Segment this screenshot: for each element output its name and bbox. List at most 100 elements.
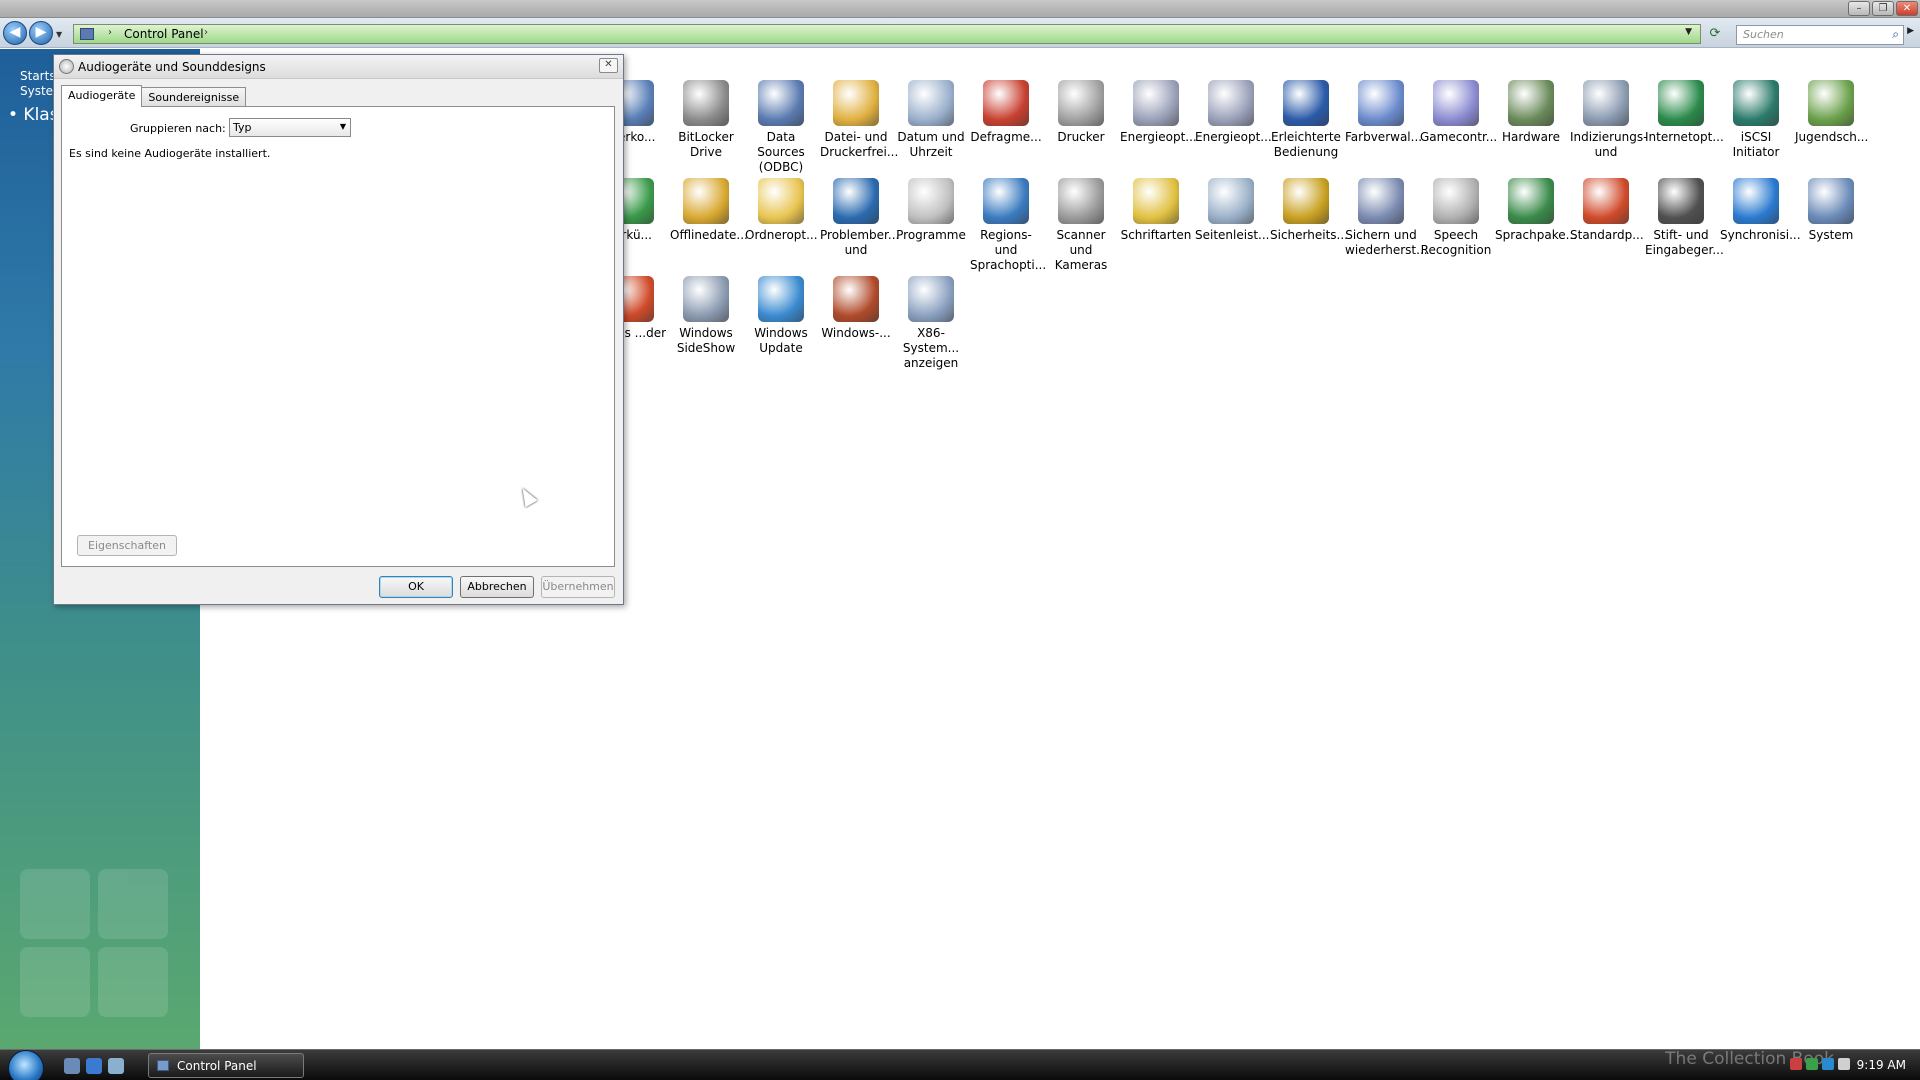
cp-item-label: Data Sources (ODBC)	[757, 130, 805, 174]
cp-item-sideshow[interactable]: Windows SideShow	[670, 276, 742, 356]
refresh-icon[interactable]: ⟳	[1706, 26, 1724, 42]
forward-button[interactable]: ▶	[29, 21, 53, 45]
cp-item-hardware[interactable]: Hardware	[1495, 80, 1567, 145]
backup-icon	[1358, 178, 1404, 224]
switch-windows-icon[interactable]	[108, 1058, 124, 1074]
cp-item-pen[interactable]: Stift- und Eingabeger...	[1645, 178, 1724, 258]
group-by-value: Typ	[233, 121, 252, 134]
cp-item-bitlocker[interactable]: BitLocker Drive	[670, 80, 742, 160]
network-icon[interactable]	[1806, 1058, 1818, 1070]
clock[interactable]: 9:19 AM	[1857, 1058, 1906, 1072]
cp-item-label: Synchronisi...	[1720, 228, 1801, 242]
cp-item-accessibility[interactable]: Erleichterte Bedienung	[1270, 80, 1342, 160]
region-icon	[983, 178, 1029, 224]
properties-button[interactable]: Eigenschaften	[77, 535, 177, 556]
system-icon	[1808, 178, 1854, 224]
cp-item-problem[interactable]: Problember... und	[820, 178, 900, 258]
update-icon[interactable]	[1822, 1058, 1834, 1070]
iscsi-icon	[1733, 80, 1779, 126]
search-input[interactable]: Suchen ⌕	[1736, 25, 1904, 45]
classic-view-link[interactable]: • Klas	[8, 105, 59, 125]
cp-item-system[interactable]: System	[1795, 178, 1867, 243]
cp-item-backup[interactable]: Sichern und wiederherst...	[1345, 178, 1428, 258]
internet-explorer-icon[interactable]	[86, 1058, 102, 1074]
cp-item-gamepad[interactable]: Gamecontr...	[1420, 80, 1497, 145]
color-icon	[1358, 80, 1404, 126]
accessibility-icon	[1283, 80, 1329, 126]
cp-item-label: Programme	[896, 228, 966, 242]
cp-item-globe[interactable]: Internetopt...	[1645, 80, 1724, 145]
cp-item-language[interactable]: Sprachpake...	[1495, 178, 1578, 243]
cp-item-security[interactable]: Sicherheits...	[1270, 178, 1348, 243]
cp-item-sidebar[interactable]: Seitenleist...	[1195, 178, 1269, 243]
cp-item-sync[interactable]: Synchronisi...	[1720, 178, 1801, 243]
cp-item-parental[interactable]: Jugendsch...	[1795, 80, 1868, 145]
printer-icon	[1058, 80, 1104, 126]
cp-item-label: Schriftarten	[1120, 228, 1192, 242]
cp-item-label: Farbverwal...	[1345, 130, 1423, 144]
cp-item-label: Problember... und	[820, 228, 900, 257]
volume-icon[interactable]	[1838, 1058, 1850, 1070]
cp-item-label: Sichern und wiederherst...	[1345, 228, 1428, 257]
more-chevron-icon[interactable]: ▶	[1907, 26, 1914, 36]
window-controls: – ❐ ✕	[1848, 1, 1918, 16]
breadcrumb-separator-icon[interactable]: ›	[204, 27, 208, 38]
cp-item-color[interactable]: Farbverwal...	[1345, 80, 1423, 145]
pen-icon	[1658, 178, 1704, 224]
cp-item-programs[interactable]: Programme	[895, 178, 967, 243]
cp-item-microphone[interactable]: Speech Recognition	[1420, 178, 1492, 258]
dialog-titlebar[interactable]: Audiogeräte und Sounddesigns ✕	[54, 55, 623, 79]
cancel-button[interactable]: Abbrechen	[460, 576, 534, 598]
problem-icon	[833, 178, 879, 224]
cp-item-folder-options[interactable]: Ordneropt...	[745, 178, 818, 243]
no-devices-message: Es sind keine Audiogeräte installiert.	[69, 147, 271, 160]
cp-item-default-programs[interactable]: Standardp...	[1570, 178, 1644, 243]
group-by-select[interactable]: Typ ▼	[229, 118, 351, 137]
address-dropdown-icon[interactable]: ▼	[1685, 27, 1692, 37]
cp-item-windows-update[interactable]: Windows Update	[745, 276, 817, 356]
cp-item-offline[interactable]: Offlinedate...	[670, 178, 748, 243]
cp-item-label: Windows Update	[754, 326, 808, 355]
cp-item-region[interactable]: Regions- und Sprachopti...	[970, 178, 1046, 273]
maximize-button[interactable]: ❐	[1872, 1, 1894, 16]
cp-item-power[interactable]: Energieopt...	[1195, 80, 1272, 145]
show-desktop-icon[interactable]	[64, 1058, 80, 1074]
cp-item-label: X86-System... anzeigen	[902, 326, 960, 370]
breadcrumb-control-panel[interactable]: Control Panel	[124, 27, 204, 41]
ok-button[interactable]: OK	[379, 576, 453, 598]
cp-item-label: Sprachpake...	[1495, 228, 1578, 242]
cp-item-defrag[interactable]: Defragme...	[970, 80, 1042, 145]
cp-item-x86[interactable]: X86-System... anzeigen	[895, 276, 967, 371]
cp-item-printer[interactable]: Drucker	[1045, 80, 1117, 145]
cp-item-label: Ordneropt...	[745, 228, 818, 242]
tab-audiogeraete[interactable]: Audiogeräte	[61, 85, 143, 107]
address-bar[interactable]: › Control Panel › ▼	[73, 24, 1701, 44]
breadcrumb-separator-icon[interactable]: ›	[108, 27, 112, 38]
windows-logo-watermark	[20, 869, 180, 1029]
cp-item-fonts[interactable]: Schriftarten	[1120, 178, 1192, 243]
dialog-tabs: Audiogeräte Soundereignisse	[61, 85, 247, 107]
dialog-close-button[interactable]: ✕	[599, 58, 618, 73]
security-alert-icon[interactable]	[1790, 1058, 1802, 1070]
taskbar-control-panel-button[interactable]: Control Panel	[148, 1053, 304, 1078]
cp-item-firewall[interactable]: Windows-...	[820, 276, 892, 341]
cp-item-clock[interactable]: Datum und Uhrzeit	[895, 80, 967, 160]
cp-item-iscsi[interactable]: iSCSI Initiator	[1720, 80, 1792, 160]
cp-item-power[interactable]: Energieopt...	[1120, 80, 1197, 145]
control-panel-icon	[157, 1060, 169, 1071]
security-icon	[1283, 178, 1329, 224]
back-button[interactable]: ◀	[3, 21, 27, 45]
search-icon[interactable]: ⌕	[1892, 27, 1899, 42]
recent-pages-dropdown[interactable]: ▼	[56, 30, 62, 39]
power-icon	[1133, 80, 1179, 126]
tab-soundereignisse[interactable]: Soundereignisse	[141, 87, 247, 107]
start-button[interactable]	[8, 1050, 44, 1080]
apply-button[interactable]: Übernehmen	[541, 576, 615, 598]
cp-item-odbc[interactable]: Data Sources (ODBC)	[745, 80, 817, 175]
cp-item-folder[interactable]: Datei- und Druckerfrei...	[820, 80, 898, 160]
cp-item-scanner[interactable]: Scanner und Kameras	[1045, 178, 1117, 273]
cp-item-index[interactable]: Indizierungs- und	[1570, 80, 1647, 160]
minimize-button[interactable]: –	[1848, 1, 1870, 16]
close-button[interactable]: ✕	[1896, 1, 1918, 16]
cp-item-label: Sicherheits...	[1270, 228, 1348, 242]
